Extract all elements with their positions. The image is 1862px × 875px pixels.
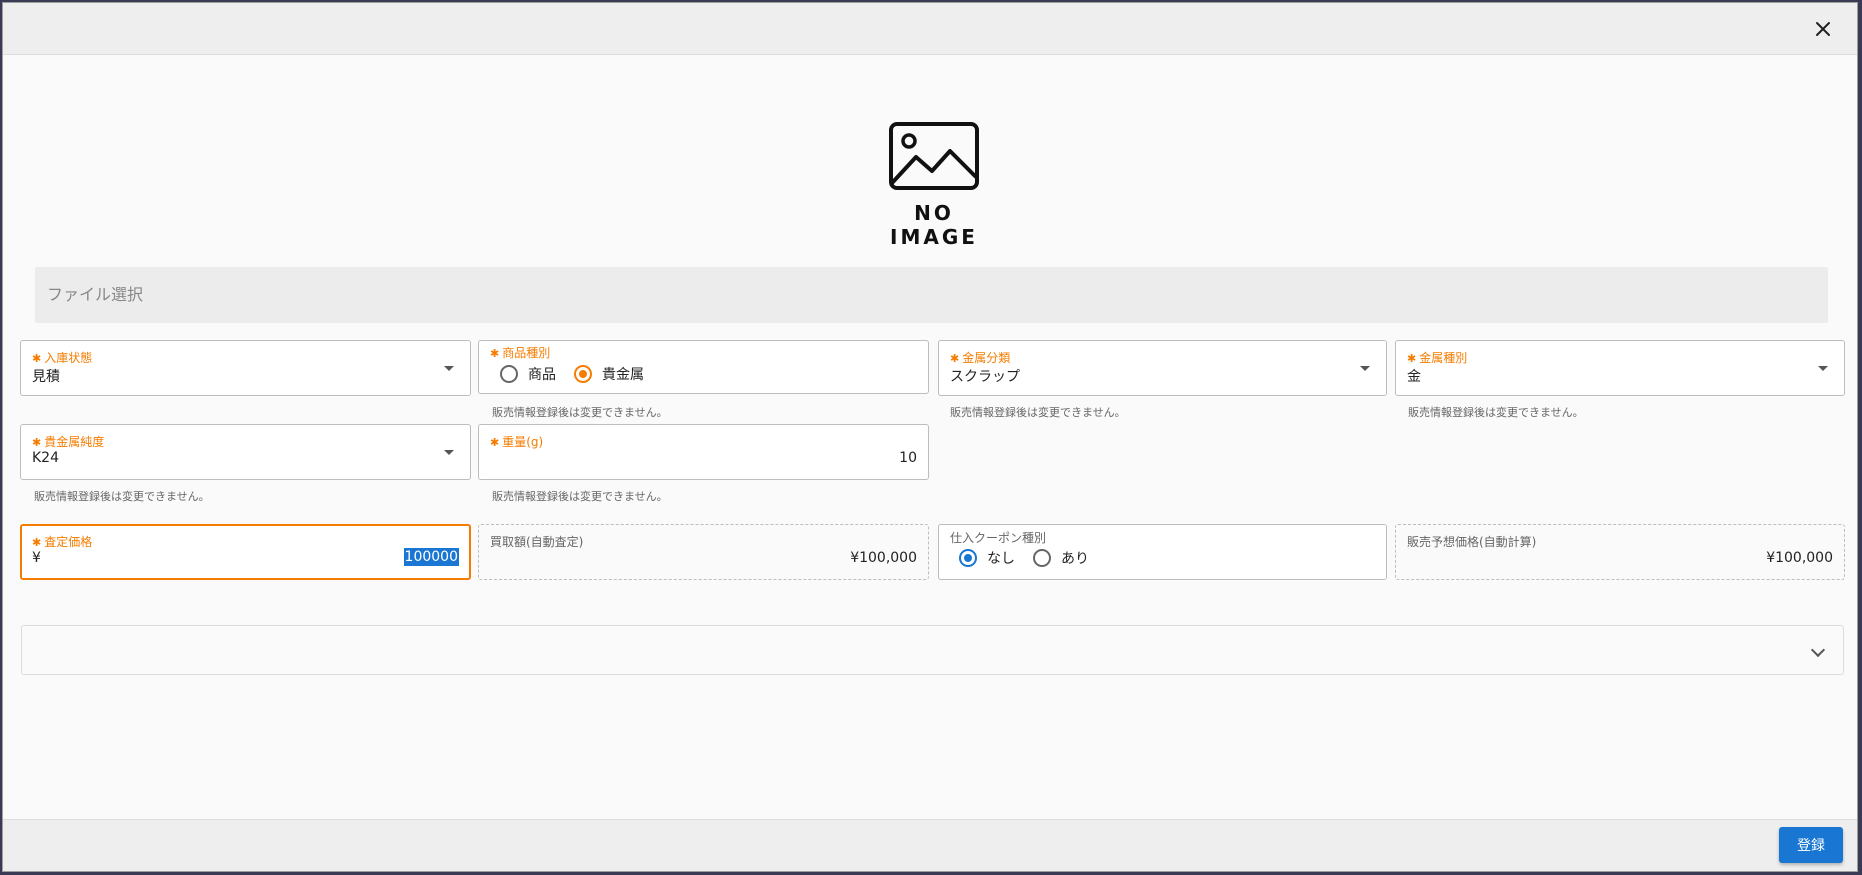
- required-icon: ✱: [490, 347, 500, 360]
- stock-status-select[interactable]: ✱ 入庫状態 見積: [20, 340, 471, 396]
- appraisal-price-label: 査定価格: [44, 535, 93, 549]
- no-image-text: NO IMAGE: [890, 201, 978, 249]
- coupon-type-radio-group: なし あり: [959, 548, 1107, 568]
- purity-value: K24: [32, 450, 59, 466]
- stock-status-value: 見積: [32, 369, 60, 385]
- dropdown-arrow-icon: [1818, 366, 1828, 371]
- metal-category-value: スクラップ: [950, 369, 1020, 385]
- dropdown-arrow-icon: [444, 450, 454, 455]
- product-edit-dialog: NO IMAGE ファイル選択 ✱ 入庫状態 見積 ✱ 商品種別 商品 貴金属 販売…: [2, 2, 1858, 872]
- coupon-type-radio-field: 仕入クーポン種別 なし あり: [938, 524, 1387, 580]
- required-icon: ✱: [1407, 352, 1417, 365]
- purchase-amount-field: 買取額(自動査定) ¥100,000: [478, 524, 929, 580]
- purchase-amount-value: ¥100,000: [850, 550, 917, 566]
- file-select-input[interactable]: ファイル選択: [35, 267, 1828, 323]
- radio-product[interactable]: [500, 365, 518, 383]
- register-button[interactable]: 登録: [1779, 827, 1843, 863]
- currency-symbol: ¥: [32, 550, 41, 566]
- image-placeholder: NO IMAGE: [869, 121, 999, 249]
- required-icon: ✱: [32, 436, 42, 449]
- radio-coupon-yes[interactable]: [1033, 549, 1051, 567]
- metal-category-hint: 販売情報登録後は変更できません。: [950, 406, 1126, 419]
- radio-product-label: 商品: [528, 367, 556, 383]
- weight-hint: 販売情報登録後は変更できません。: [492, 490, 668, 503]
- expected-price-value: ¥100,000: [1766, 550, 1833, 566]
- stock-status-label: 入庫状態: [44, 351, 93, 365]
- purity-select[interactable]: ✱ 貴金属純度 K24: [20, 424, 471, 480]
- product-type-radio-group: 商品 貴金属: [500, 364, 662, 384]
- metal-category-label: 金属分類: [962, 351, 1011, 365]
- product-type-label: 商品種別: [502, 346, 551, 360]
- appraisal-price-input[interactable]: ✱ 査定価格 ¥ 100000: [20, 524, 471, 580]
- expandable-panel[interactable]: [21, 625, 1844, 675]
- dialog-footer: 登録: [3, 819, 1857, 871]
- radio-coupon-none-label: なし: [987, 551, 1015, 567]
- required-icon: ✱: [32, 536, 42, 549]
- radio-precious-metal[interactable]: [574, 365, 592, 383]
- metal-type-hint: 販売情報登録後は変更できません。: [1408, 406, 1584, 419]
- purity-hint: 販売情報登録後は変更できません。: [34, 490, 210, 503]
- purity-label: 貴金属純度: [44, 435, 105, 449]
- radio-coupon-yes-label: あり: [1061, 551, 1089, 567]
- radio-precious-metal-label: 貴金属: [602, 367, 644, 383]
- weight-value: 10: [899, 450, 917, 466]
- coupon-type-label: 仕入クーポン種別: [950, 531, 1047, 545]
- product-type-hint: 販売情報登録後は変更できません。: [492, 406, 668, 419]
- close-icon[interactable]: [1811, 17, 1835, 41]
- dialog-header: [3, 3, 1857, 55]
- required-icon: ✱: [950, 352, 960, 365]
- purchase-amount-label: 買取額(自動査定): [490, 535, 584, 549]
- expected-price-field: 販売予想価格(自動計算) ¥100,000: [1395, 524, 1845, 580]
- dropdown-arrow-icon: [444, 366, 454, 371]
- metal-type-select[interactable]: ✱ 金属種別 金: [1395, 340, 1845, 396]
- expected-price-label: 販売予想価格(自動計算): [1407, 535, 1537, 549]
- appraisal-price-value: 100000: [403, 548, 459, 566]
- metal-category-select[interactable]: ✱ 金属分類 スクラップ: [938, 340, 1387, 396]
- metal-type-value: 金: [1407, 369, 1421, 385]
- metal-type-label: 金属種別: [1419, 351, 1468, 365]
- radio-coupon-none[interactable]: [959, 549, 977, 567]
- required-icon: ✱: [32, 352, 42, 365]
- dropdown-arrow-icon: [1360, 366, 1370, 371]
- chevron-down-icon: [1810, 642, 1826, 658]
- image-icon: [889, 122, 979, 190]
- weight-label: 重量(g): [502, 435, 544, 449]
- required-icon: ✱: [490, 436, 500, 449]
- product-type-radio-field: ✱ 商品種別 商品 貴金属: [478, 340, 929, 394]
- weight-input[interactable]: ✱ 重量(g) 10: [478, 424, 929, 480]
